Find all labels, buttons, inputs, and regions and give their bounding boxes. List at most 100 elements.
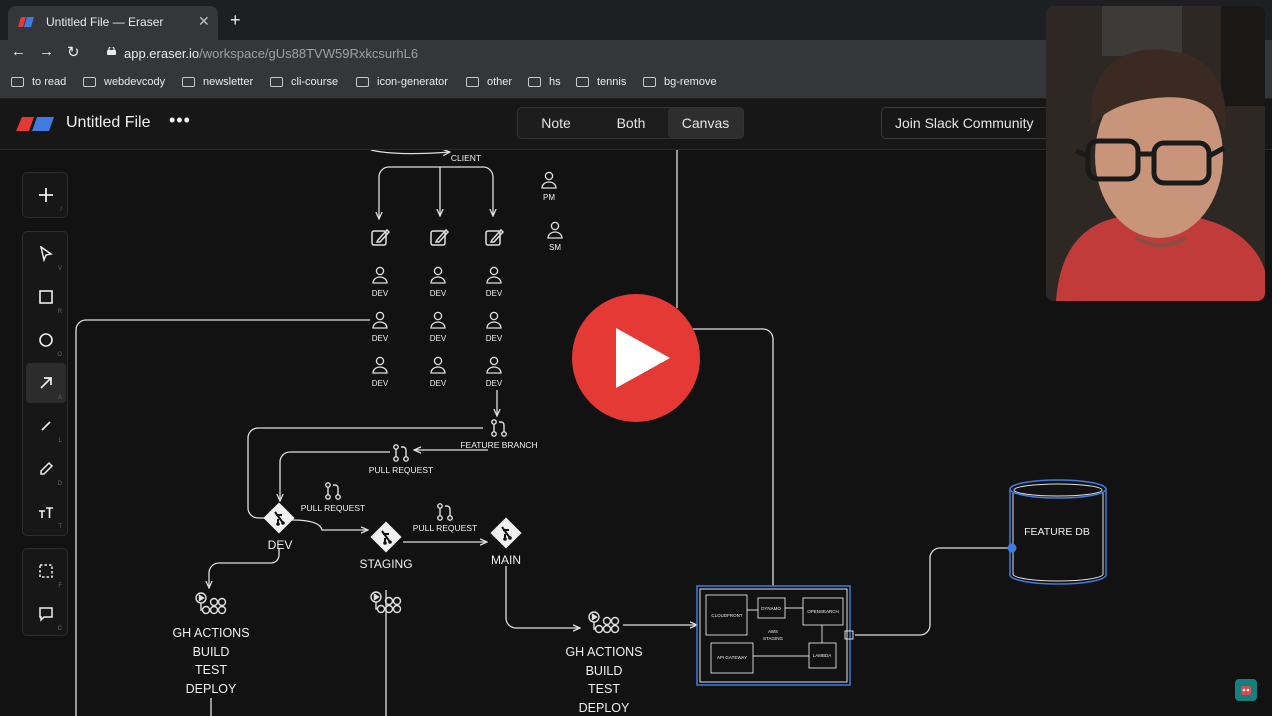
staging-branch-label: STAGING <box>359 557 412 571</box>
bookmark-other[interactable]: other <box>466 76 512 88</box>
mode-both[interactable]: Both <box>594 108 668 138</box>
bookmark-webdevcody[interactable]: webdevcody <box>83 76 165 88</box>
bookmark-newsletter[interactable]: newsletter <box>182 76 253 88</box>
frame-tool[interactable]: F <box>26 551 66 591</box>
folder-icon <box>528 77 541 87</box>
gh-test-label: TEST <box>588 682 620 696</box>
bookmark-tennis[interactable]: tennis <box>576 76 626 88</box>
github-actions-icon <box>195 592 227 615</box>
url-path: /workspace/gUs88TVW59RxkcsurhL6 <box>199 46 419 61</box>
gh-build-label: BUILD <box>193 645 230 659</box>
folder-icon <box>11 77 24 87</box>
webcam-overlay <box>1046 6 1265 301</box>
folder-icon <box>182 77 195 87</box>
text-icon <box>39 507 53 518</box>
mode-canvas[interactable]: Canvas <box>668 108 743 138</box>
play-button-icon[interactable] <box>572 294 700 422</box>
opensearch-label: OPENSEARCH <box>807 609 839 614</box>
file-title[interactable]: Untitled File <box>66 114 150 132</box>
arrow-icon <box>40 377 52 389</box>
pencil-tool[interactable]: D <box>26 449 66 489</box>
eraser-logo <box>16 117 54 131</box>
shortcut-key: F <box>58 583 62 589</box>
main-branch-label: MAIN <box>491 553 521 567</box>
feature-db-label: FEATURE DB <box>1024 526 1090 538</box>
bookmark-label: newsletter <box>203 76 254 88</box>
bookmark-label: hs <box>549 76 561 88</box>
add-toolgroup: / <box>22 172 68 218</box>
folder-icon <box>83 77 96 87</box>
shortcut-key: T <box>58 524 62 530</box>
dev-label: DEV <box>430 334 447 343</box>
presenter-video <box>1046 6 1265 301</box>
aws-staging-diagram: CLOUDFRONT DYNAMO OPENSEARCH AWS STAGING… <box>696 585 854 686</box>
gh-test-label: TEST <box>195 663 227 677</box>
pull-request-icon <box>325 482 341 500</box>
sm-label: SM <box>549 243 561 252</box>
pull-request-label: PULL REQUEST <box>413 523 477 533</box>
mode-note[interactable]: Note <box>518 108 594 138</box>
git-icon <box>489 516 523 550</box>
folder-icon <box>576 77 589 87</box>
folder-icon <box>270 77 283 87</box>
pull-request-icon <box>393 444 409 462</box>
new-tab-button[interactable]: + <box>230 10 241 31</box>
add-button[interactable]: / <box>26 175 66 215</box>
shortcut-key: R <box>57 309 62 315</box>
shortcut-key: O <box>57 352 62 358</box>
git-icon <box>262 501 296 535</box>
arrow-tool[interactable]: A <box>26 363 66 403</box>
gh-build-label: BUILD <box>586 664 623 678</box>
dev-label: DEV <box>430 379 447 388</box>
bookmark-cli-course[interactable]: cli-course <box>270 76 338 88</box>
bookmark-bg-remove[interactable]: bg-remove <box>643 76 717 88</box>
lock-icon <box>107 47 116 55</box>
dev-label: DEV <box>430 289 447 298</box>
dev-label: DEV <box>372 289 389 298</box>
pm-label: PM <box>543 193 555 202</box>
address-bar[interactable]: app.eraser.io/workspace/gUs88TVW59Rxkcsu… <box>124 46 418 61</box>
folder-icon <box>466 77 479 87</box>
browser-tab[interactable]: Untitled File — Eraser ✕ <box>8 6 218 40</box>
bookmark-label: cli-course <box>291 76 339 88</box>
dev-grid <box>372 266 502 374</box>
circle-icon <box>39 333 53 347</box>
pull-request-icon <box>437 503 453 521</box>
view-mode-switcher: Note Both Canvas <box>517 107 744 139</box>
back-icon[interactable]: ← <box>11 43 26 60</box>
dev-label: DEV <box>372 379 389 388</box>
plus-icon <box>39 188 53 202</box>
gh-actions-label: GH ACTIONS <box>172 626 249 640</box>
reload-icon[interactable]: ↻ <box>67 43 80 61</box>
join-slack-button[interactable]: Join Slack Community <box>881 107 1061 139</box>
git-icon <box>369 520 403 554</box>
line-tool[interactable]: L <box>26 406 66 446</box>
lambda-label: LAMBDA <box>813 653 832 658</box>
folder-icon <box>356 77 369 87</box>
frame-icon <box>39 564 53 578</box>
folder-icon <box>643 77 656 87</box>
shortcut-key: A <box>57 395 62 401</box>
bookmark-icon-generator[interactable]: icon-generator <box>356 76 448 88</box>
bookmark-to-read[interactable]: to read <box>11 76 66 88</box>
forward-icon[interactable]: → <box>39 43 54 60</box>
select-tool[interactable]: V <box>26 234 66 274</box>
git-branch-icon <box>491 419 507 437</box>
edit-icon <box>430 229 449 246</box>
more-options-icon[interactable]: ••• <box>169 110 191 131</box>
tab-close-icon[interactable]: ✕ <box>198 13 210 30</box>
shortcut-key: C <box>57 626 62 632</box>
rectangle-tool[interactable]: R <box>26 277 66 317</box>
bookmark-label: webdevcody <box>104 76 166 88</box>
dev-label: DEV <box>486 379 503 388</box>
edit-icon <box>371 229 390 246</box>
bookmark-hs[interactable]: hs <box>528 76 561 88</box>
bookmark-label: icon-generator <box>377 76 448 88</box>
line-icon <box>41 421 51 431</box>
cloudfront-label: CLOUDFRONT <box>711 613 743 618</box>
comment-tool[interactable]: C <box>26 594 66 634</box>
help-button[interactable] <box>1235 679 1257 701</box>
api-gateway-label: API GATEWAY <box>717 655 747 660</box>
text-tool[interactable]: T <box>26 492 66 532</box>
circle-tool[interactable]: O <box>26 320 66 360</box>
